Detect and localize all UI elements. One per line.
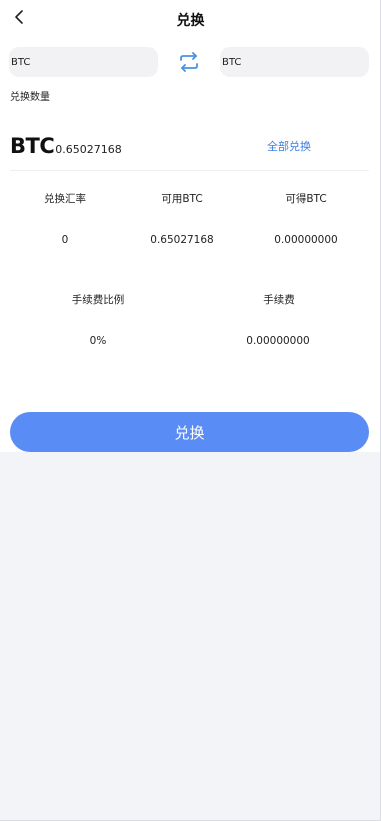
fee-label: 手续费 (263, 294, 295, 306)
rate-value: 0 (61, 234, 69, 246)
swap-arrows-icon (180, 52, 198, 72)
amount-field[interactable]: BTC 0.65027168 (10, 134, 122, 158)
rate-label: 兑换汇率 (44, 193, 86, 205)
to-coin-label: BTC (222, 56, 242, 68)
fee-value: 0.00000000 (246, 335, 310, 347)
fee-ratio-label: 手续费比例 (71, 294, 125, 306)
page-title: 兑换 (176, 13, 205, 29)
from-coin-selector[interactable]: BTC (9, 47, 158, 77)
receivable-label: 可得BTC (285, 193, 327, 205)
to-coin-selector[interactable]: BTC (220, 47, 369, 77)
available-label: 可用BTC (161, 193, 203, 205)
available-value: 0.65027168 (150, 234, 214, 246)
divider (10, 170, 369, 171)
amount-label: 兑换数量 (10, 92, 50, 103)
amount-value: 0.65027168 (55, 143, 122, 156)
receivable-value: 0.00000000 (274, 234, 338, 246)
from-coin-label: BTC (11, 56, 31, 68)
exchange-all-link[interactable]: 全部兑换 (267, 138, 311, 154)
amount-coin: BTC (10, 134, 55, 158)
swap-button[interactable] (177, 50, 201, 74)
exchange-submit-button[interactable]: 兑换 (10, 412, 369, 452)
fee-ratio-value: 0% (89, 335, 107, 347)
